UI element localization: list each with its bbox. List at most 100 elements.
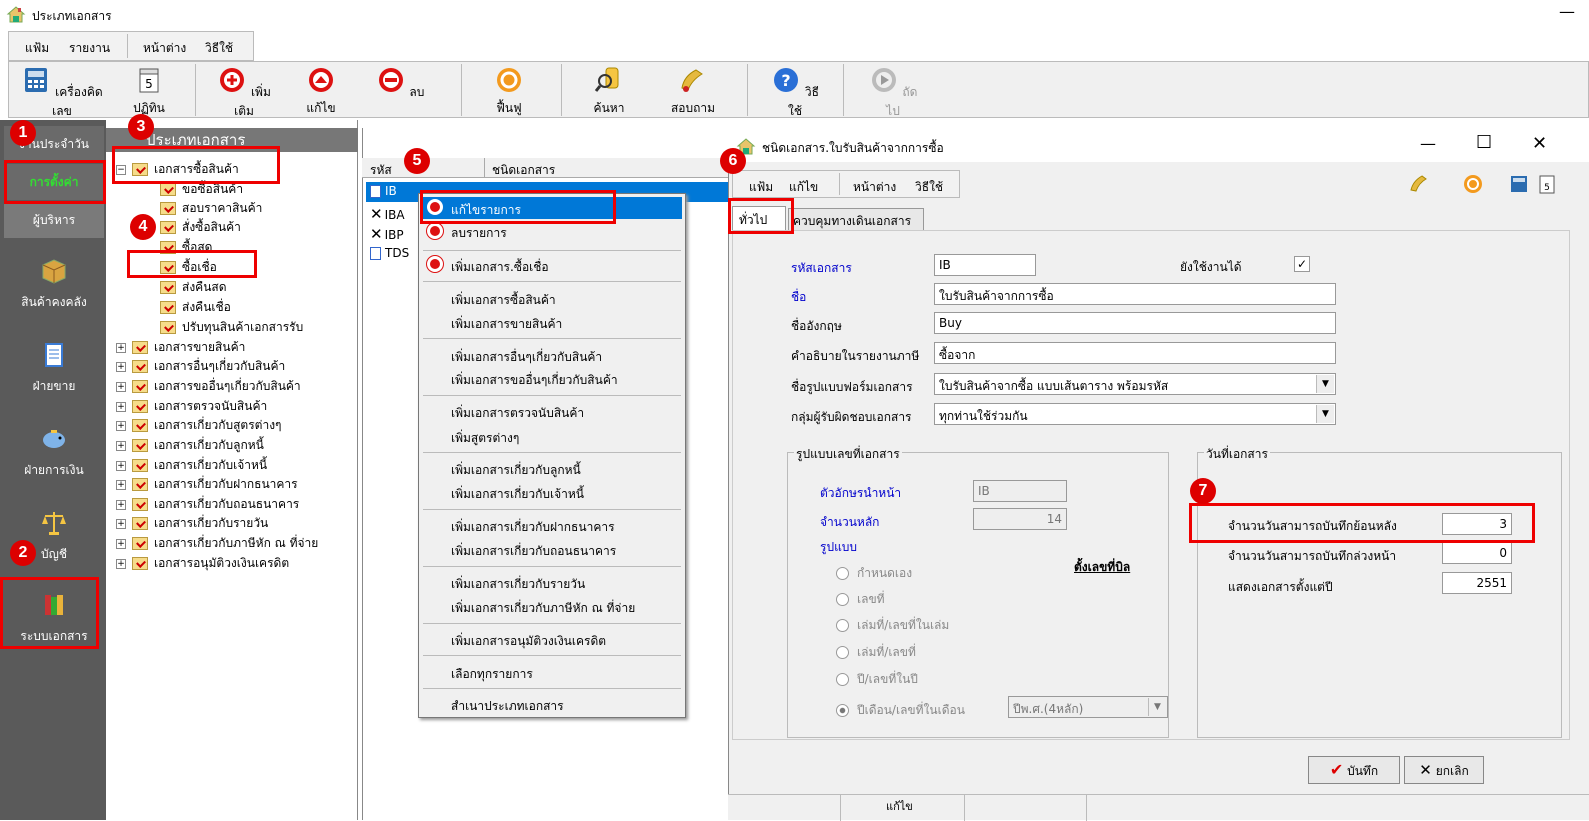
column-doc-type[interactable]: ชนิดเอกสาร — [492, 161, 555, 180]
context-menu-item[interactable]: เพิ่มเอกสารเกี่ยวกับภาษีหัก ณ ที่จ่าย — [451, 599, 635, 618]
context-menu-item[interactable]: เพิ่มเอกสารเกี่ยวกับเจ้าหนี้ — [451, 485, 584, 504]
dialog-maximize-button[interactable]: ☐ — [1476, 132, 1492, 153]
format-option-year[interactable]: ปี/เลขที่ในปี — [836, 670, 918, 689]
setup-bill-number-link[interactable]: ตั้งเลขที่บิล — [1074, 558, 1130, 577]
context-menu-item[interactable]: เพิ่มเอกสารซื้อสินค้า — [451, 291, 556, 310]
context-select-all-item[interactable]: เลือกทุกรายการ — [451, 665, 533, 684]
group-select[interactable]: ทุกท่านใช้ร่วมกัน ▼ — [934, 403, 1336, 425]
menu-window[interactable]: หน้าต่าง — [143, 39, 186, 58]
restore-button[interactable]: ฟื้นฟู — [481, 66, 537, 116]
english-name-input[interactable]: Buy — [934, 312, 1336, 334]
dialog-menu-window[interactable]: หน้าต่าง — [853, 178, 896, 197]
nav-finance[interactable]: ฝ่ายการเงิน — [4, 416, 104, 486]
active-checkbox[interactable]: ✓ — [1294, 256, 1310, 272]
context-menu-item[interactable]: เพิ่มเอกสารเกี่ยวกับรายวัน — [451, 575, 585, 594]
context-menu-item[interactable]: เพิ่มเอกสารตรวจนับสินค้า — [451, 404, 584, 423]
context-menu-item[interactable]: เพิ่มเอกสารเกี่ยวกับฝากธนาคาร — [451, 518, 615, 537]
menu-file[interactable]: แฟ้ม — [25, 39, 49, 58]
calendar-icon[interactable]: 5 — [1536, 173, 1558, 195]
context-menu-item[interactable]: เพิ่มเอกสารอื่นๆเกี่ยวกับสินค้า — [451, 348, 602, 367]
tax-desc-input[interactable]: ซื้อจาก — [934, 342, 1336, 364]
tree-node-child[interactable]: ปรับทุนสินค้าเอกสารรับ — [160, 318, 303, 338]
expand-toggle[interactable]: + — [116, 538, 126, 549]
tree-node[interactable]: + เอกสารเกี่ยวกับฝากธนาคาร — [116, 475, 298, 495]
nav-inventory[interactable]: สินค้าคงคลัง — [4, 248, 104, 318]
list-row[interactable]: IB — [370, 184, 397, 204]
expand-toggle[interactable]: + — [116, 381, 126, 392]
expand-toggle[interactable]: + — [116, 479, 126, 490]
form-name-select[interactable]: ใบรับสินค้าจากซื้อ แบบเส้นตาราง พร้อมรหั… — [934, 373, 1336, 395]
save-button[interactable]: ✔ บันทึก — [1308, 756, 1400, 784]
expand-toggle[interactable]: + — [116, 518, 126, 529]
tree-node-child[interactable]: สั่งซื้อสินค้า — [160, 218, 241, 238]
add-button[interactable]: เพิ่มเติม — [209, 66, 279, 118]
list-row[interactable]: ✕ IBA — [370, 205, 405, 225]
format-option-book-number[interactable]: เล่มที่/เลขที่ในเล่ม — [836, 616, 949, 635]
tree-node[interactable]: + เอกสารเกี่ยวกับเจ้าหนี้ — [116, 456, 267, 476]
format-option-book-slash[interactable]: เล่มที่/เลขที่ — [836, 643, 916, 662]
tree-node[interactable]: + เอกสารเกี่ยวกับภาษีหัก ณ ที่จ่าย — [116, 534, 318, 554]
context-menu-item[interactable]: เพิ่มสูตรต่างๆ — [451, 429, 519, 448]
menu-help[interactable]: วิธีใช้ — [205, 39, 233, 58]
tree-node[interactable]: + เอกสารขออื่นๆเกี่ยวกับสินค้า — [116, 377, 301, 397]
name-input[interactable]: ใบรับสินค้าจากการซื้อ — [934, 283, 1336, 305]
context-delete-item[interactable]: ลบรายการ — [451, 224, 507, 243]
phone-icon[interactable] — [1408, 173, 1430, 195]
context-menu-item[interactable]: เพิ่มเอกสารขายสินค้า — [451, 315, 562, 334]
expand-toggle[interactable]: + — [116, 440, 126, 451]
column-code[interactable]: รหัส — [370, 161, 392, 180]
minimize-button[interactable]: — — [1559, 2, 1575, 21]
delete-button[interactable]: ลบ — [375, 66, 425, 116]
tree-node[interactable]: + เอกสารอนุมัติวงเงินเครดิต — [116, 554, 289, 574]
show-from-year-input[interactable]: 2551 — [1442, 572, 1512, 594]
calendar-button[interactable]: 5 ปฏิทิน — [121, 66, 177, 116]
digits-input[interactable]: 14 — [973, 508, 1067, 530]
nav-tab-executive[interactable]: ผู้บริหาร — [4, 202, 104, 238]
expand-toggle[interactable]: + — [116, 420, 126, 431]
search-button[interactable]: ค้นหา — [581, 66, 637, 116]
calculator-icon[interactable] — [1508, 173, 1530, 195]
tree-node[interactable]: + เอกสารตรวจนับสินค้า — [116, 397, 267, 417]
dialog-minimize-button[interactable]: — — [1420, 134, 1436, 153]
tree-node[interactable]: + เอกสารอื่นๆเกี่ยวกับสินค้า — [116, 357, 285, 377]
chevron-down-icon[interactable]: ▼ — [1316, 405, 1334, 423]
tree-node-child[interactable]: ส่งคืนเชื่อ — [160, 298, 231, 318]
code-input[interactable]: IB — [934, 254, 1036, 276]
chevron-down-icon[interactable]: ▼ — [1316, 375, 1334, 393]
dialog-menu-help[interactable]: วิธีใช้ — [915, 178, 943, 197]
context-add-credit-item[interactable]: เพิ่มเอกสาร.ซื้อเชื่อ — [451, 258, 549, 277]
expand-toggle[interactable]: + — [116, 401, 126, 412]
calculator-button[interactable]: เครื่องคิดเลข — [19, 66, 105, 118]
tree-node[interactable]: + เอกสารเกี่ยวกับถอนธนาคาร — [116, 495, 299, 515]
format-option-year-month[interactable]: ปีเดือน/เลขที่ในเดือน — [836, 701, 965, 720]
list-row[interactable]: ✕ IBP — [370, 225, 404, 245]
format-option-custom[interactable]: กำหนดเอง — [836, 564, 912, 583]
expand-toggle[interactable]: + — [116, 558, 126, 569]
expand-toggle[interactable]: + — [116, 361, 126, 372]
format-option-number[interactable]: เลขที่ — [836, 590, 885, 609]
dialog-menu-edit[interactable]: แก้ไข — [789, 178, 818, 197]
expand-toggle[interactable]: + — [116, 342, 126, 353]
year-format-select[interactable]: ปีพ.ศ.(4หลัก) ▼ — [1008, 696, 1168, 718]
tree-node-child[interactable]: สอบราคาสินค้า — [160, 199, 262, 219]
expand-toggle[interactable]: + — [116, 499, 126, 510]
help-button[interactable]: ? วิธีใช้ — [767, 66, 823, 118]
tree-node-child[interactable]: ส่งคืนสด — [160, 278, 227, 298]
prefix-input[interactable]: IB — [973, 480, 1067, 502]
expand-toggle[interactable]: + — [116, 460, 126, 471]
cancel-button[interactable]: ✕ ยกเลิก — [1404, 756, 1484, 784]
tab-workflow-control[interactable]: ควบคุมทางเดินเอกสาร — [788, 208, 924, 230]
edit-button[interactable]: แก้ไข — [295, 66, 347, 116]
tree-node[interactable]: + เอกสารเกี่ยวกับรายวัน — [116, 514, 268, 534]
chevron-down-icon[interactable]: ▼ — [1148, 698, 1166, 716]
context-menu-item[interactable]: เพิ่มเอกสารขออื่นๆเกี่ยวกับสินค้า — [451, 371, 618, 390]
list-row[interactable]: TDS — [370, 246, 409, 266]
context-menu-item[interactable]: เพิ่มเอกสารอนุมัติวงเงินเครดิต — [451, 632, 606, 651]
menu-report[interactable]: รายงาน — [69, 39, 110, 58]
next-button[interactable]: ถัดไป — [865, 66, 921, 118]
dialog-close-button[interactable]: ✕ — [1532, 133, 1547, 154]
tree-node[interactable]: + เอกสารเกี่ยวกับลูกหนี้ — [116, 436, 264, 456]
inquiry-button[interactable]: สอบถาม — [657, 66, 729, 116]
dialog-menu-file[interactable]: แฟ้ม — [749, 178, 773, 197]
tree-node[interactable]: + เอกสารเกี่ยวกับสูตรต่างๆ — [116, 416, 282, 436]
